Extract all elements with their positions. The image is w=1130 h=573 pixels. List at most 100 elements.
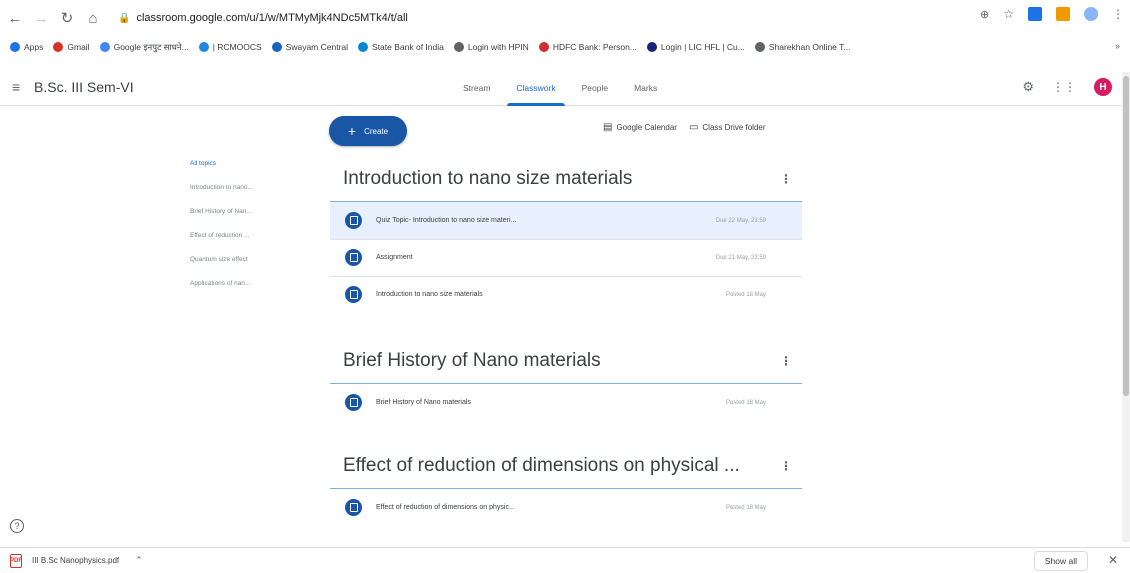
download-bar: PDF III B.Sc Nanophysics.pdf ⌃ Show all … xyxy=(0,547,1130,573)
tab-people[interactable]: People xyxy=(569,70,621,106)
topic-link[interactable]: Applications of nan... xyxy=(190,278,310,302)
class-title[interactable]: B.Sc. III Sem-VI xyxy=(34,79,134,95)
class-drive-folder-link[interactable]: ▭ Class Drive folder xyxy=(689,122,766,133)
assignment-icon xyxy=(345,394,362,411)
section-title[interactable]: Effect of reduction of dimensions on phy… xyxy=(343,455,740,477)
classroom-header: ≡ B.Sc. III Sem-VI Stream Classwork Peop… xyxy=(0,70,1130,106)
topics-list: All topics Introduction to nano... Brief H… xyxy=(190,158,310,302)
address-bar[interactable]: 🔒 classroom.google.com/u/1/w/MTMyMjk4NDc… xyxy=(118,7,948,29)
assignment-icon xyxy=(345,499,362,516)
avatar[interactable]: H xyxy=(1094,78,1112,96)
topic-link[interactable]: Brief History of Nan... xyxy=(190,206,310,230)
reload-icon[interactable]: ↻ xyxy=(56,7,78,29)
item-date: Posted 18 May xyxy=(725,399,766,406)
item-title: Assignment xyxy=(376,254,413,261)
bookmark-item[interactable]: Login with HPIN xyxy=(453,42,529,52)
item-date: Posted 18 May xyxy=(725,291,766,298)
chevron-up-icon[interactable]: ⌃ xyxy=(135,555,143,566)
more-options-icon[interactable]: ⋮ xyxy=(780,354,792,368)
download-item[interactable]: PDF III B.Sc Nanophysics.pdf ⌃ xyxy=(10,553,143,568)
browser-actions: ⊕ ☆ ⋮ xyxy=(980,7,1124,21)
topic-link[interactable]: Introduction to nano... xyxy=(190,182,310,206)
section-title[interactable]: Introduction to nano size materials xyxy=(343,168,632,190)
bookmark-label: Login | LIC HFL | Cu... xyxy=(660,42,745,52)
bookmark-item[interactable]: State Bank of India xyxy=(358,42,444,52)
tab-stream[interactable]: Stream xyxy=(450,70,503,106)
section-title[interactable]: Brief History of Nano materials xyxy=(343,350,601,372)
more-options-icon[interactable]: ⋮ xyxy=(780,459,792,473)
apps-grid-icon[interactable]: ⋮⋮ xyxy=(1052,80,1076,94)
bookmark-item[interactable]: Apps xyxy=(10,42,43,52)
topic-link[interactable]: All topics xyxy=(190,158,310,182)
classwork-item[interactable]: Assignment Due 21 May, 23:59 xyxy=(330,239,802,276)
bookmark-item[interactable]: | RCMOOCS xyxy=(198,42,262,52)
help-icon[interactable]: ? xyxy=(10,519,24,533)
topic-link[interactable]: Effect of reduction ... xyxy=(190,230,310,254)
settings-gear-icon[interactable]: ⚙ xyxy=(1022,79,1034,95)
profile-icon[interactable] xyxy=(1084,7,1098,21)
star-bookmark-icon[interactable]: ☆ xyxy=(1003,7,1014,21)
bookmark-label: Apps xyxy=(24,42,44,52)
scrollbar-thumb[interactable] xyxy=(1123,76,1129,396)
scrollbar[interactable] xyxy=(1122,72,1130,542)
browser-menu-icon[interactable]: ⋮ xyxy=(1112,7,1124,21)
tab-classwork[interactable]: Classwork xyxy=(503,70,568,106)
assignment-icon xyxy=(345,286,362,303)
topic-link[interactable]: Quantum size effect xyxy=(190,254,310,278)
bookmark-label: | RCMOOCS xyxy=(212,42,262,52)
apps-grid-icon xyxy=(10,42,20,52)
item-date: Due 22 May, 23:59 xyxy=(715,217,766,224)
show-all-button[interactable]: Show all xyxy=(1033,551,1088,571)
bookmarks-bar: Apps Gmail Google इनपुट साधने... | RCMOOCS S… xyxy=(0,36,1130,58)
item-title: Brief History of Nano materials xyxy=(376,399,471,406)
extension-icon[interactable] xyxy=(1056,7,1070,21)
bookmarks-more-icon[interactable]: » xyxy=(1115,41,1120,51)
calendar-label: Google Calendar xyxy=(616,123,677,132)
bookmark-label: HDFC Bank: Person... xyxy=(552,42,637,52)
folder-icon: ▭ xyxy=(688,122,699,133)
extension-icon[interactable] xyxy=(1028,7,1042,21)
home-icon[interactable]: ⌂ xyxy=(82,7,104,29)
create-button[interactable]: + Create xyxy=(329,116,407,146)
item-title: Introduction to nano size materials xyxy=(376,291,483,298)
classwork-item[interactable]: Effect of reduction of dimensions on phy… xyxy=(330,489,802,526)
rcmoocs-icon xyxy=(198,42,209,52)
pdf-file-icon: PDF xyxy=(10,553,22,568)
globe-icon xyxy=(453,42,464,52)
google-icon xyxy=(99,42,110,52)
bookmark-item[interactable]: Gmail xyxy=(53,42,90,52)
calendar-icon: ▤ xyxy=(603,122,613,133)
bookmark-item[interactable]: Login | LIC HFL | Cu... xyxy=(646,42,745,52)
drive-label: Class Drive folder xyxy=(702,123,766,132)
download-file-name: III B.Sc Nanophysics.pdf xyxy=(32,556,120,565)
bookmark-label: Gmail xyxy=(67,42,90,52)
bookmark-item[interactable]: Swayam Central xyxy=(271,42,348,52)
bookmark-label: Google इनपुट साधने... xyxy=(113,41,189,52)
google-calendar-link[interactable]: ▤ Google Calendar xyxy=(603,122,677,133)
close-icon[interactable]: ✕ xyxy=(1108,553,1118,567)
bookmark-item[interactable]: HDFC Bank: Person... xyxy=(538,42,637,52)
plus-icon: + xyxy=(347,123,357,139)
bookmark-label: Login with HPIN xyxy=(467,42,529,52)
zoom-icon[interactable]: ⊕ xyxy=(980,8,989,21)
classwork-item[interactable]: Quiz Topic- Introduction to nano size ma… xyxy=(330,202,802,239)
url-text: classroom.google.com/u/1/w/MTMyMjk4NDc5M… xyxy=(136,12,408,24)
classwork-item[interactable]: Brief History of Nano materials Posted 18… xyxy=(330,384,802,421)
bookmark-item[interactable]: Sharekhan Online T... xyxy=(754,42,850,52)
gmail-icon xyxy=(53,42,64,52)
lic-icon xyxy=(646,42,657,52)
hdfc-icon xyxy=(538,42,549,52)
item-date: Posted 18 May xyxy=(725,504,766,511)
more-options-icon[interactable]: ⋮ xyxy=(780,172,792,186)
sbi-icon xyxy=(358,42,369,52)
forward-arrow-icon[interactable]: → xyxy=(30,7,52,29)
globe-icon xyxy=(754,42,765,52)
hamburger-menu-icon[interactable]: ≡ xyxy=(12,79,20,95)
classwork-item[interactable]: Introduction to nano size materials Poste… xyxy=(330,276,802,313)
bookmark-item[interactable]: Google इनपुट साधने... xyxy=(99,41,189,53)
tab-marks[interactable]: Marks xyxy=(621,70,670,106)
bookmark-label: State Bank of India xyxy=(372,42,444,52)
assignment-icon xyxy=(345,249,362,266)
lock-icon: 🔒 xyxy=(118,12,131,24)
back-arrow-icon[interactable]: ← xyxy=(4,7,26,29)
